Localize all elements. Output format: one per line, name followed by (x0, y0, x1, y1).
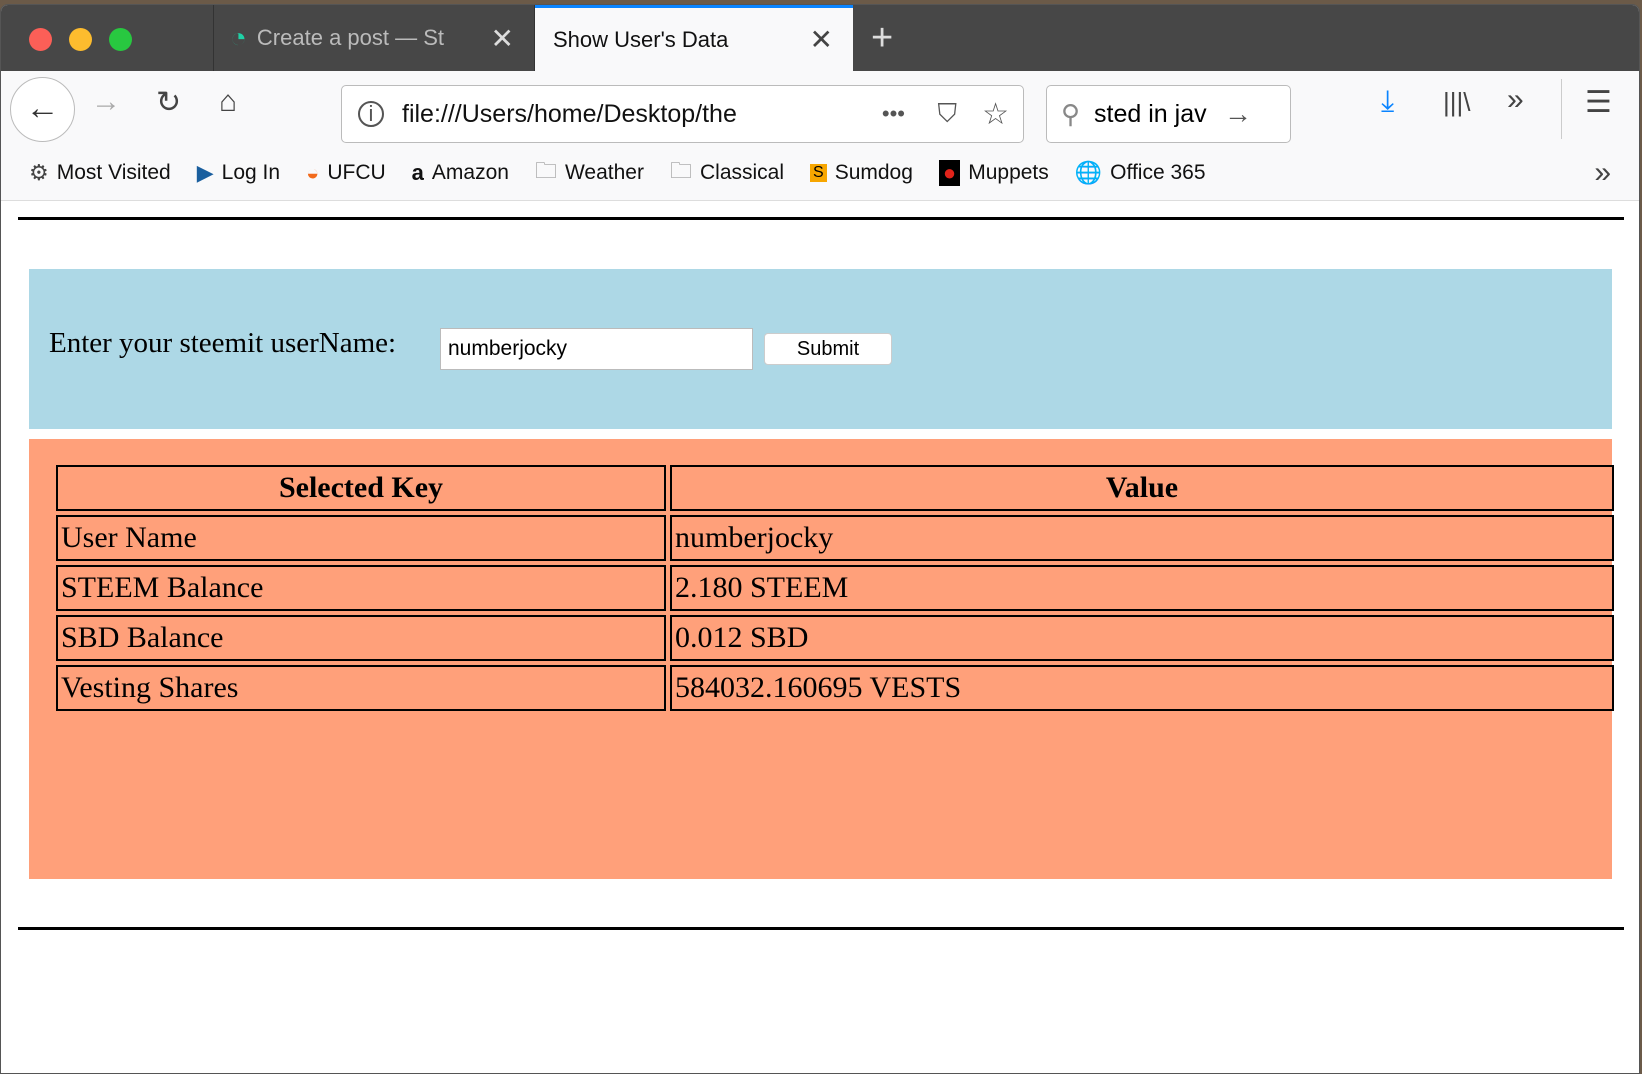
bookmark-log-in[interactable]: ▶ Log In (197, 160, 280, 186)
bookmark-office-365[interactable]: 🌐 Office 365 (1075, 160, 1206, 186)
username-form: Enter your steemit userName: Submit (29, 269, 1612, 429)
bookmark-label: Classical (700, 161, 785, 184)
bookmark-label: Sumdog (834, 161, 913, 184)
bookmark-label: Weather (564, 161, 644, 184)
value-cell: numberjocky (670, 515, 1614, 561)
bottom-rule (18, 927, 1624, 930)
bookmark-label: Log In (221, 161, 281, 184)
bookmark-star-icon[interactable]: ☆ (982, 97, 1009, 132)
folder-icon: 🗀 (669, 158, 692, 183)
bookmarks-overflow-icon[interactable]: » (1594, 156, 1611, 190)
new-tab-button[interactable]: + (871, 17, 893, 60)
url-bar[interactable]: i file:///Users/home/Desktop/the ••• ⛉ ☆ (341, 85, 1024, 143)
overflow-chevron-icon[interactable]: » (1507, 83, 1524, 117)
reload-button[interactable]: ↻ (156, 85, 181, 120)
column-header-key: Selected Key (56, 465, 666, 511)
bookmark-classical[interactable]: 🗀 Classical (670, 154, 784, 192)
globe-icon: 🌐 (1074, 160, 1103, 185)
downloads-icon[interactable]: ⤓ (1381, 85, 1394, 119)
steemit-icon: ◔ (230, 22, 247, 53)
search-input[interactable]: sted in jav (1094, 100, 1216, 129)
bookmarks-toolbar: ⚙ Most Visited ▶ Log In ◒ UFCU a Amazon 🗀 Wea… (1, 146, 1639, 201)
gear-icon: ⚙ (29, 160, 49, 185)
close-window-button[interactable] (29, 28, 52, 51)
key-cell: Vesting Shares (56, 665, 666, 711)
pocket-icon[interactable]: ⛉ (937, 98, 957, 130)
sumdog-icon: S (810, 164, 827, 182)
tab-label: Show User's Data (553, 26, 729, 52)
table-row: User Name numberjocky (56, 515, 1614, 561)
back-button[interactable]: ← (10, 77, 75, 142)
url-text: file:///Users/home/Desktop/the (402, 99, 737, 128)
bookmark-ufcu[interactable]: ◒ UFCU (306, 160, 386, 186)
key-cell: SBD Balance (56, 615, 666, 661)
folder-icon: 🗀 (534, 158, 557, 183)
table-header-row: Selected Key Value (56, 465, 1614, 511)
ufcu-icon: ◒ (306, 160, 320, 185)
bookmark-sumdog[interactable]: S Sumdog (810, 161, 913, 185)
search-go-icon[interactable]: → (1224, 98, 1252, 130)
value-cell: 2.180 STEEM (670, 565, 1614, 611)
close-tab-icon[interactable]: ✕ (810, 23, 833, 56)
key-cell: STEEM Balance (56, 565, 666, 611)
value-cell: 584032.160695 VESTS (670, 665, 1614, 711)
tab-label: Create a post — St (256, 25, 445, 50)
elmo-icon: ● (938, 160, 961, 186)
menu-icon[interactable]: ☰ (1585, 85, 1612, 120)
column-header-value: Value (670, 465, 1614, 511)
divider (1561, 79, 1562, 139)
username-label: Enter your steemit userName: (49, 327, 397, 359)
bookmark-label: UFCU (327, 161, 386, 184)
top-rule (18, 217, 1624, 220)
browser-window: ◔ Create a post — St ✕ Show User's Data … (0, 4, 1640, 1074)
library-icon[interactable]: |||\ (1443, 87, 1471, 118)
tab-create-post[interactable]: ◔ Create a post — St ✕ (213, 5, 535, 71)
minimize-window-button[interactable] (69, 28, 92, 51)
play-icon: ▶ (196, 160, 214, 185)
bookmark-weather[interactable]: 🗀 Weather (535, 154, 644, 192)
table-row: STEEM Balance 2.180 STEEM (56, 565, 1614, 611)
page-actions-icon[interactable]: ••• (882, 101, 905, 127)
user-data-panel: Selected Key Value User Name numberjocky … (29, 439, 1614, 879)
table-row: SBD Balance 0.012 SBD (56, 615, 1614, 661)
bookmark-most-visited[interactable]: ⚙ Most Visited (29, 160, 171, 186)
bookmark-amazon[interactable]: a Amazon (412, 160, 509, 186)
search-bar[interactable]: ⚲ sted in jav → (1046, 85, 1291, 143)
user-data-table: Selected Key Value User Name numberjocky … (52, 461, 1618, 715)
search-icon: ⚲ (1061, 98, 1081, 129)
tab-show-users-data[interactable]: Show User's Data ✕ (535, 5, 853, 71)
bookmark-label: Amazon (431, 161, 509, 184)
username-input[interactable] (440, 328, 753, 370)
info-icon: i (358, 101, 384, 127)
maximize-window-button[interactable] (109, 28, 132, 51)
nav-toolbar: ← → ↻ ⌂ i file:///Users/home/Desktop/the… (1, 71, 1639, 146)
bookmark-label: Muppets (968, 161, 1049, 184)
forward-button[interactable]: → (91, 85, 121, 119)
bookmark-label: Office 365 (1110, 161, 1206, 184)
page-content: Enter your steemit userName: Submit Sele… (1, 201, 1639, 1073)
amazon-icon: a (411, 160, 424, 185)
value-cell: 0.012 SBD (670, 615, 1614, 661)
bookmark-muppets[interactable]: ● Muppets (938, 160, 1049, 186)
key-cell: User Name (56, 515, 666, 561)
home-button[interactable]: ⌂ (219, 85, 237, 119)
table-row: Vesting Shares 584032.160695 VESTS (56, 665, 1614, 711)
close-tab-icon[interactable]: ✕ (491, 22, 514, 55)
bookmark-label: Most Visited (56, 161, 171, 184)
tab-bar: ◔ Create a post — St ✕ Show User's Data … (1, 5, 1639, 71)
submit-button[interactable]: Submit (764, 333, 892, 365)
